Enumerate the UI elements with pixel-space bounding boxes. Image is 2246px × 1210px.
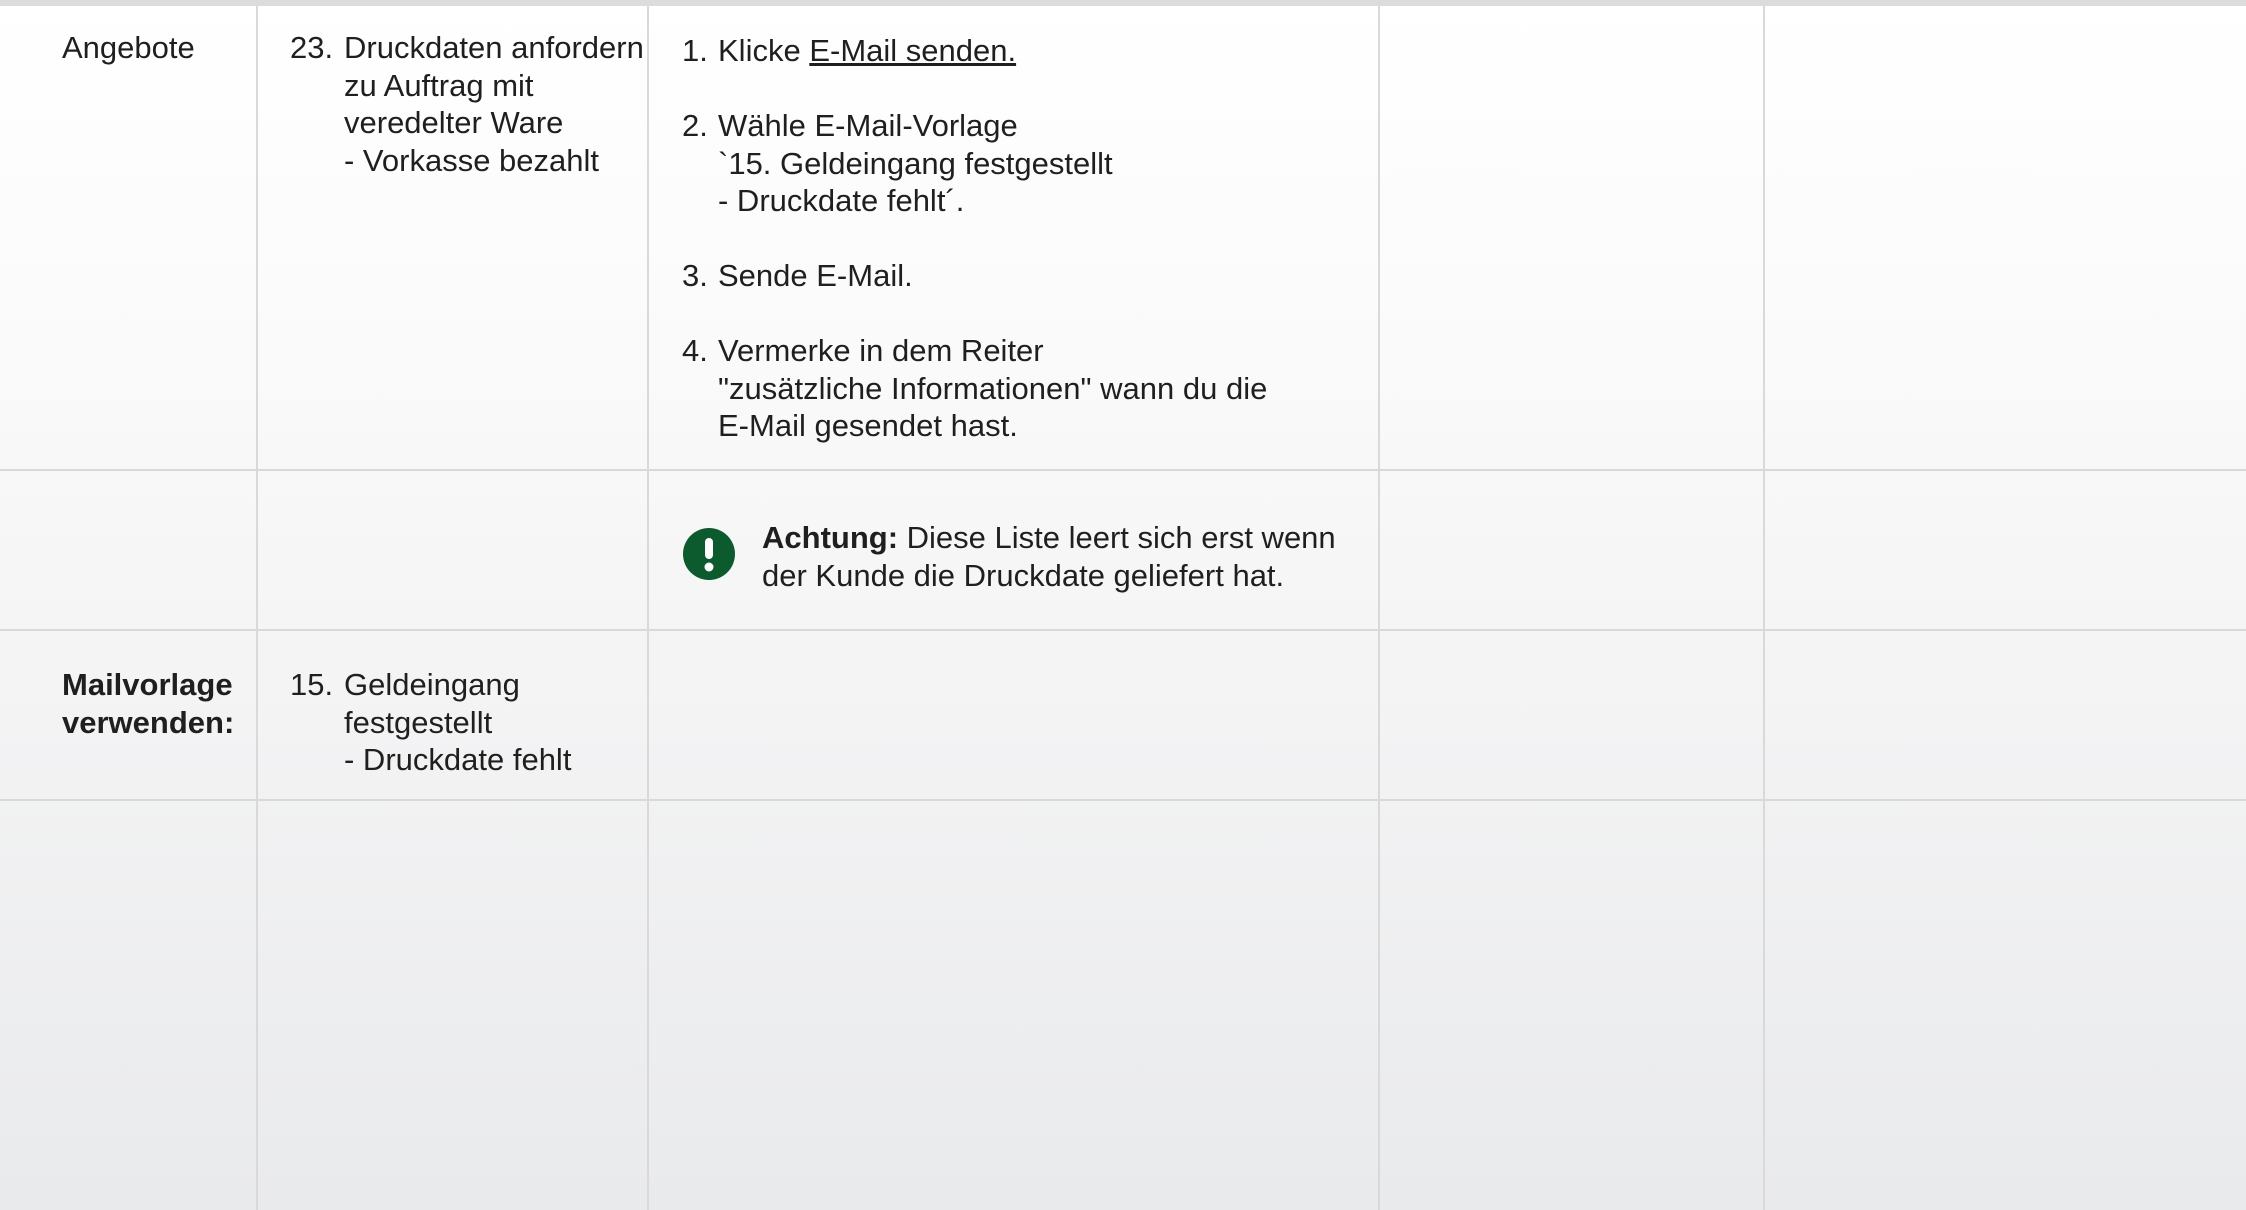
mailvorlage-label-line-1: Mailvorlage — [62, 667, 233, 702]
row-label-angebote: Angebote — [62, 30, 195, 65]
row-divider-2 — [0, 629, 2246, 631]
step-line: `15. Geldeingang festgestellt — [718, 145, 1113, 181]
column-divider-2 — [647, 6, 649, 1210]
step-line: - Druckdate fehlt´. — [718, 183, 965, 218]
step-prefix: Klicke — [718, 33, 810, 68]
step-number: 3. — [682, 258, 708, 293]
step-number: 1. — [682, 33, 708, 68]
template-line-1: Geldeingang — [344, 667, 520, 702]
send-email-link[interactable]: E-Mail senden. — [809, 33, 1016, 68]
column-divider-3 — [1378, 6, 1380, 1210]
task-line-4: - Vorkasse bezahlt — [344, 142, 600, 178]
template-line-3: - Druckdate fehlt — [344, 742, 572, 777]
exclamation-circle-icon — [683, 528, 735, 580]
warning-line-1: Achtung: Diese Liste leert sich erst wen… — [762, 519, 1336, 557]
template-number: 15. — [290, 667, 334, 702]
task-line-1: Druckdaten anfordern — [344, 30, 644, 65]
column-divider-4 — [1763, 6, 1765, 1210]
exclamation-circle-svg — [683, 528, 735, 580]
task-line-3: veredelter Ware — [344, 105, 564, 140]
step-text: Klicke E-Mail senden. — [718, 32, 1016, 70]
task-line-2: zu Auftrag mit — [344, 67, 534, 103]
step-line: E-Mail gesendet hast. — [718, 408, 1018, 443]
step-number: 2. — [682, 108, 708, 143]
top-border — [0, 0, 2246, 6]
step-line: Sende E-Mail. — [718, 258, 913, 293]
step-line: Vermerke in dem Reiter — [718, 333, 1044, 368]
warning-bold-label: Achtung: — [762, 520, 899, 555]
warning-text-1: Diese Liste leert sich erst wenn — [898, 520, 1336, 555]
template-line-2: festgestellt — [344, 704, 493, 740]
task-number: 23. — [290, 30, 334, 65]
warning-line-2: der Kunde die Druckdate geliefert hat. — [762, 557, 1285, 593]
step-line: Wähle E-Mail-Vorlage — [718, 108, 1018, 143]
column-divider-1 — [256, 6, 258, 1210]
step-line: "zusätzliche Informationen" wann du die — [718, 370, 1268, 406]
row-divider-1 — [0, 469, 2246, 471]
step-number: 4. — [682, 333, 708, 368]
row-divider-3 — [0, 799, 2246, 801]
mailvorlage-label-line-2: verwenden: — [62, 704, 235, 740]
